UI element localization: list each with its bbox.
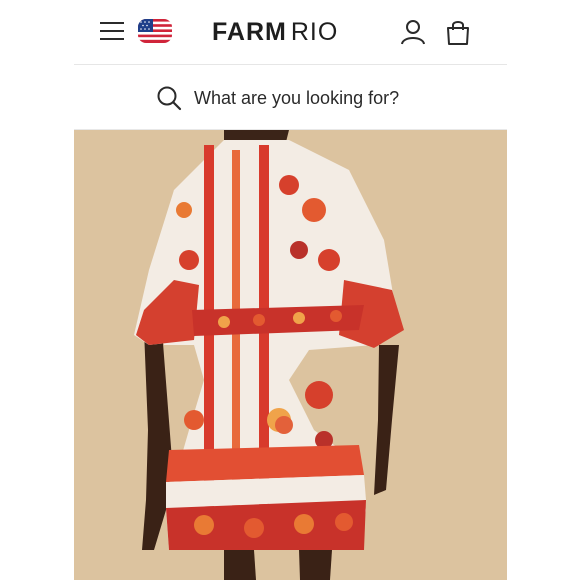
us-flag-icon[interactable] [138,19,172,43]
search-input[interactable]: What are you looking for? [194,85,399,111]
brand-primary: FARM [212,18,287,46]
search-icon[interactable] [156,85,182,111]
search-bar[interactable]: What are you looking for? [74,65,507,130]
menu-icon[interactable] [100,20,124,42]
right-margin [507,0,580,580]
dress-photo [74,130,507,580]
product-image[interactable] [74,130,507,580]
brand-logo[interactable]: FARM RIO [212,16,338,48]
site-header: FARM RIO [74,0,507,65]
shopping-bag-icon[interactable] [446,19,470,45]
mobile-page: FARM RIO What are you looking for? [74,0,507,580]
user-icon[interactable] [400,19,426,45]
brand-secondary: RIO [290,18,339,46]
left-margin [0,0,74,580]
